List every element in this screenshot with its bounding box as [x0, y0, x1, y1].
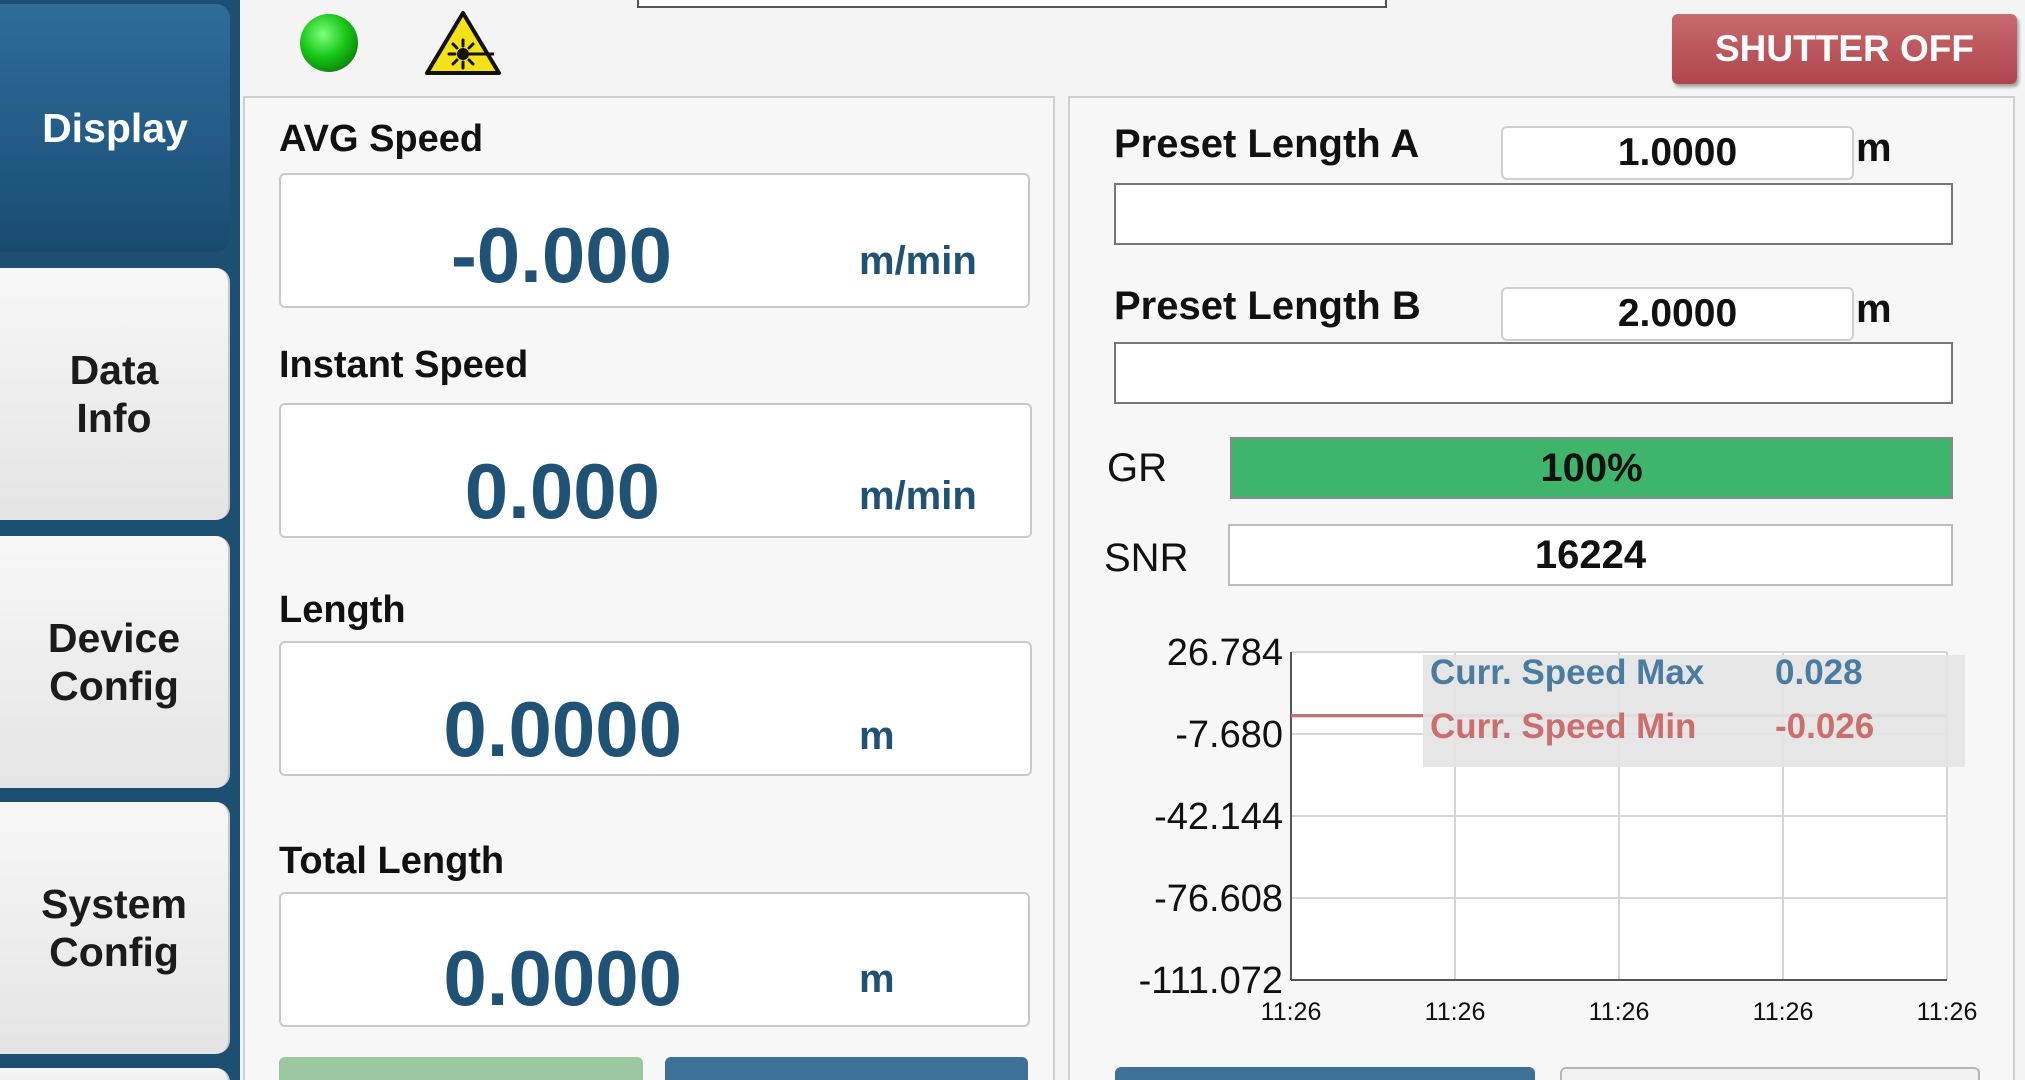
- reset-button[interactable]: [665, 1057, 1028, 1080]
- preset-b-progress: [1114, 342, 1953, 404]
- shutter-button[interactable]: SHUTTER OFF: [1672, 14, 2017, 84]
- laser-warning-icon: [425, 11, 501, 75]
- chart-x-tick: 11:26: [1425, 998, 1486, 1026]
- preset-b-label: Preset Length B: [1114, 284, 1421, 328]
- instant-speed-label: Instant Speed: [279, 344, 529, 386]
- chart-legend-label: Curr. Speed Max: [1430, 653, 1705, 692]
- preset-apply-button[interactable]: [1115, 1067, 1535, 1080]
- instant-speed-unit: m/min: [859, 474, 977, 518]
- speed-chart: 26.784-7.680-42.144-76.608-111.07211:26 1…: [1139, 632, 1978, 1026]
- total-length-unit: m: [859, 957, 895, 1001]
- start-button[interactable]: [279, 1057, 643, 1080]
- nav-display-label: Display: [42, 105, 188, 151]
- chart-x-tick: 11:26: [1753, 998, 1814, 1026]
- chart-x-tick: 11:26: [1589, 998, 1650, 1026]
- gr-bar: 100%: [1230, 437, 1953, 499]
- length-value: 0.0000: [443, 685, 682, 773]
- gr-label: GR: [1107, 446, 1167, 490]
- preset-a-progress: [1114, 183, 1953, 245]
- preset-a-unit: m: [1856, 126, 1892, 170]
- preset-b-input[interactable]: 2.0000: [1501, 287, 1854, 341]
- snr-value: 16224: [1228, 524, 1953, 586]
- nav-data-info-label: Data Info: [69, 347, 159, 441]
- preset-b-unit: m: [1856, 287, 1892, 331]
- preset-clear-button[interactable]: [1560, 1067, 1980, 1080]
- preset-a-input[interactable]: 1.0000: [1501, 126, 1854, 180]
- chart-legend-value: 0.028: [1775, 653, 1863, 692]
- avg-speed-label: AVG Speed: [279, 118, 484, 160]
- chart-legend-label: Curr. Speed Min: [1430, 707, 1696, 746]
- length-label: Length: [279, 589, 406, 631]
- instant-speed-value: 0.000: [464, 447, 660, 535]
- snr-label: SNR: [1104, 536, 1189, 580]
- title-field: [637, 0, 1387, 8]
- nav-data-info[interactable]: Data Info: [0, 268, 230, 520]
- nav-display[interactable]: Display: [0, 4, 230, 252]
- chart-legend-value: -0.026: [1775, 707, 1874, 746]
- chart-x-tick: 11:26: [1261, 998, 1322, 1026]
- green-led-icon: [300, 14, 358, 72]
- gr-value: 100%: [1540, 445, 1643, 490]
- nav-system-config-label: System Config: [41, 881, 187, 975]
- total-length-value: 0.0000: [443, 934, 682, 1022]
- chart-y-tick: -42.144: [1154, 796, 1283, 838]
- length-unit: m: [859, 714, 895, 758]
- chart-y-tick: -7.680: [1175, 714, 1283, 756]
- chart-y-tick: -111.072: [1139, 960, 1283, 1002]
- chart-y-tick: 26.784: [1167, 632, 1283, 674]
- avg-speed-unit: m/min: [859, 239, 977, 283]
- nav-device-config[interactable]: Device Config: [0, 536, 230, 788]
- avg-speed-value: -0.000: [450, 211, 672, 299]
- total-length-label: Total Length: [279, 840, 505, 882]
- sidebar: Display Data Info Device Config System C…: [0, 0, 240, 1080]
- preset-a-label: Preset Length A: [1114, 122, 1420, 166]
- shutter-button-label: SHUTTER OFF: [1715, 28, 1974, 69]
- chart-y-tick: -76.608: [1154, 878, 1283, 920]
- nav-device-config-label: Device Config: [47, 615, 181, 709]
- nav-system-config[interactable]: System Config: [0, 802, 230, 1054]
- nav-more[interactable]: [0, 1068, 230, 1080]
- chart-x-tick: 11:26: [1917, 998, 1978, 1026]
